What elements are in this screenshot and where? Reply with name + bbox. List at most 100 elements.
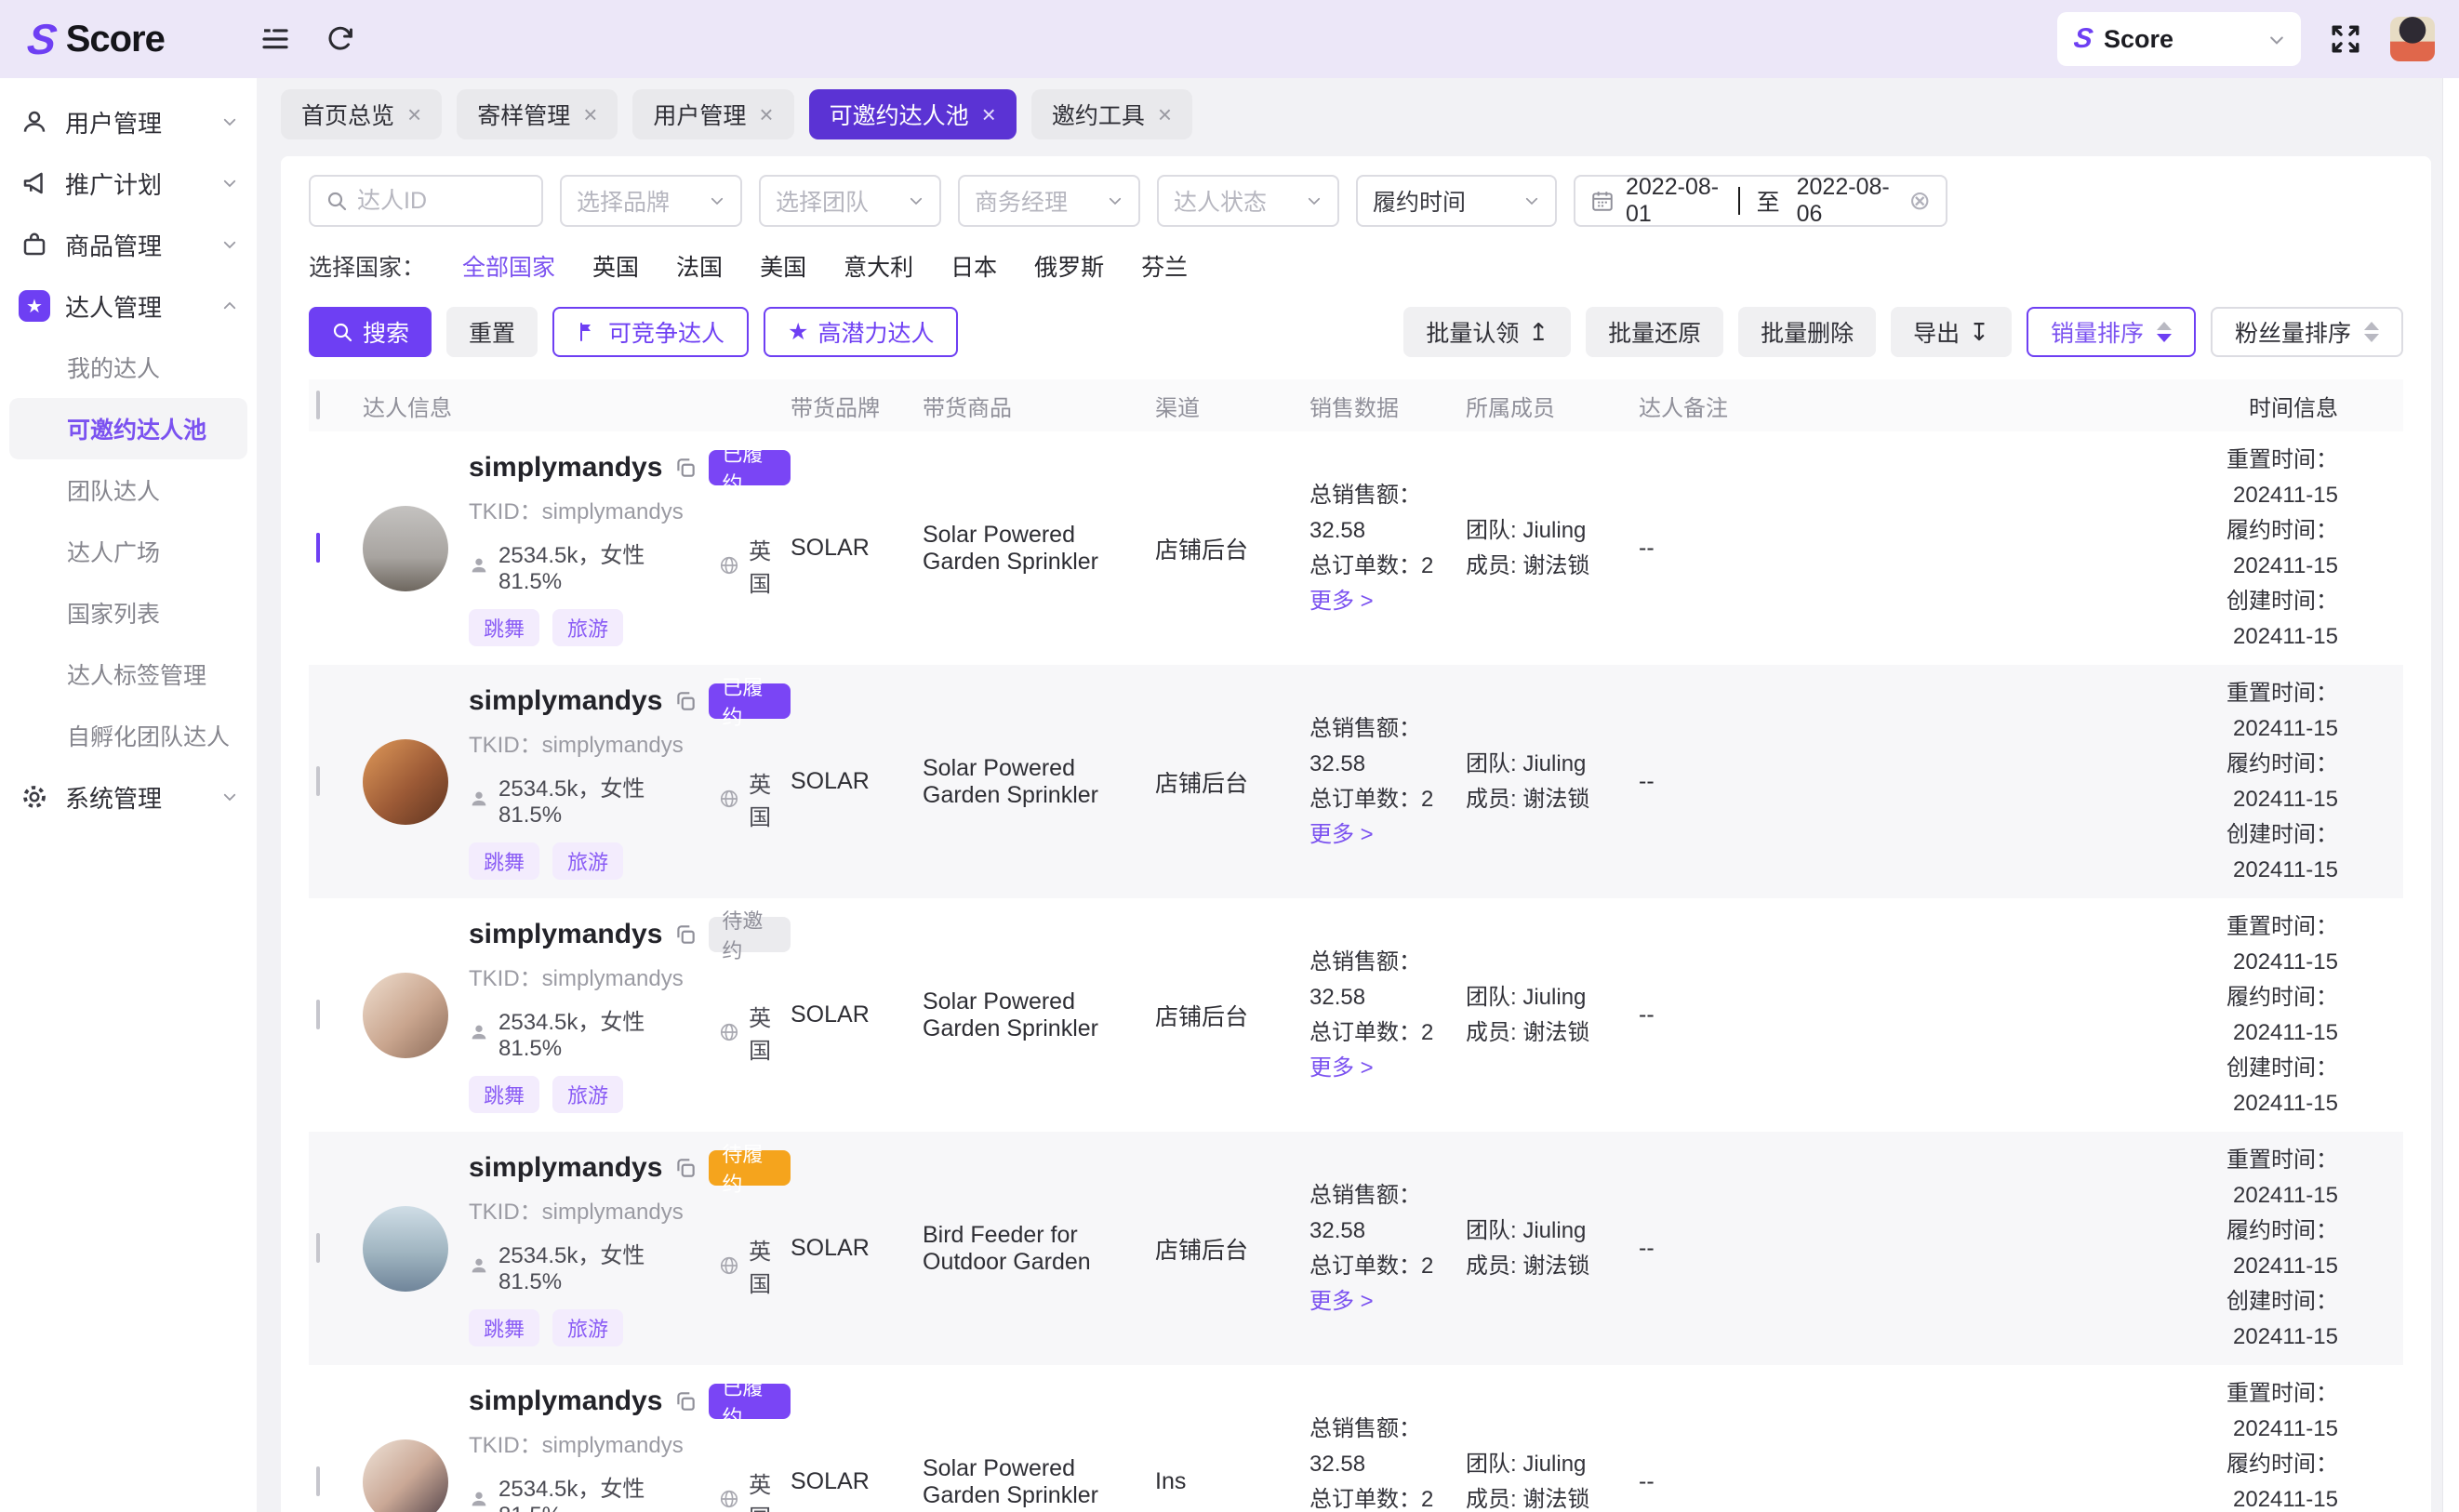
- close-icon[interactable]: ×: [407, 100, 421, 129]
- date-end-value[interactable]: 2022-08-06: [1797, 174, 1898, 228]
- country-option-uk[interactable]: 英国: [592, 249, 639, 283]
- more-link[interactable]: 更多 >: [1309, 817, 1453, 853]
- refresh-icon[interactable]: [324, 22, 357, 56]
- reset-button[interactable]: 重置: [446, 307, 538, 357]
- sales-cell: 总销售额：32.58 总订单数：2 更多 >: [1309, 1412, 1466, 1512]
- row-checkbox[interactable]: [316, 1233, 320, 1263]
- sidebar-item-system-management[interactable]: 系统管理: [0, 766, 257, 828]
- search-input[interactable]: [357, 188, 526, 215]
- batch-delete-button[interactable]: 批量删除: [1738, 307, 1876, 357]
- team-select[interactable]: 选择团队: [759, 175, 941, 227]
- globe-icon: [719, 1489, 739, 1509]
- sidebar-item-talent-management[interactable]: ★ 达人管理: [0, 275, 257, 337]
- select-all-checkbox[interactable]: [316, 391, 320, 419]
- talent-status-select[interactable]: 达人状态: [1157, 175, 1339, 227]
- country-option-usa[interactable]: 美国: [760, 249, 806, 283]
- sidebar-item-country-list[interactable]: 国家列表: [0, 582, 257, 643]
- fulfillment-time-select[interactable]: 履约时间: [1356, 175, 1557, 227]
- copy-icon[interactable]: [673, 922, 698, 947]
- country-option-japan[interactable]: 日本: [950, 249, 997, 283]
- row-checkbox[interactable]: [316, 1466, 320, 1496]
- channel-cell: 店铺后台: [1155, 1232, 1309, 1266]
- sidebar-item-self-incubated-team-talents[interactable]: 自孵化团队达人: [0, 705, 257, 766]
- sort-by-followers-button[interactable]: 粉丝量排序: [2211, 307, 2403, 357]
- member-name: 谢法锁: [1522, 1020, 1589, 1045]
- sidebar-item-team-talents[interactable]: 团队达人: [0, 459, 257, 521]
- tag-dance[interactable]: 跳舞: [469, 842, 539, 880]
- country-option-all[interactable]: 全部国家: [462, 249, 555, 283]
- copy-icon[interactable]: [673, 689, 698, 713]
- tab-sample-management[interactable]: 寄样管理×: [457, 89, 618, 139]
- person-icon: [469, 1022, 489, 1042]
- business-manager-select[interactable]: 商务经理: [958, 175, 1140, 227]
- tag-travel[interactable]: 旅游: [552, 609, 623, 646]
- country-option-france[interactable]: 法国: [676, 249, 723, 283]
- sidebar-item-talent-square[interactable]: 达人广场: [0, 521, 257, 582]
- more-link[interactable]: 更多 >: [1309, 584, 1453, 619]
- more-link[interactable]: 更多 >: [1309, 1284, 1453, 1320]
- tag-dance[interactable]: 跳舞: [469, 1076, 539, 1113]
- high-potential-talents-button[interactable]: ★ 高潜力达人: [764, 307, 958, 357]
- clear-date-icon[interactable]: ⊗: [1909, 188, 1931, 214]
- close-icon[interactable]: ×: [982, 100, 996, 129]
- user-avatar[interactable]: [2390, 17, 2435, 61]
- country-option-russia[interactable]: 俄罗斯: [1034, 249, 1104, 283]
- more-link[interactable]: 更多 >: [1309, 1051, 1453, 1086]
- tag-dance[interactable]: 跳舞: [469, 1309, 539, 1346]
- sidebar-item-product-management[interactable]: 商品管理: [0, 214, 257, 275]
- product-cell: Solar Powered Garden Sprinkler: [923, 522, 1155, 576]
- close-icon[interactable]: ×: [583, 100, 597, 129]
- copy-icon[interactable]: [673, 1156, 698, 1180]
- sidebar-item-my-talents[interactable]: 我的达人: [0, 337, 257, 398]
- collapse-menu-icon[interactable]: [259, 22, 292, 56]
- open-tabs: 首页总览× 寄样管理× 用户管理× 可邀约达人池× 邀约工具×: [281, 89, 2459, 139]
- talent-id-search[interactable]: [309, 175, 543, 227]
- scrollbar-track[interactable]: [2442, 78, 2459, 1512]
- talent-table: 达人信息 带货品牌 带货商品 渠道 销售数据 所属成员 达人备注 时间信息 si…: [309, 379, 2403, 1512]
- tag-travel[interactable]: 旅游: [552, 842, 623, 880]
- tab-home-overview[interactable]: 首页总览×: [281, 89, 442, 139]
- close-icon[interactable]: ×: [1158, 100, 1172, 129]
- tab-invitation-tools[interactable]: 邀约工具×: [1031, 89, 1192, 139]
- batch-claim-button[interactable]: 批量认领↥: [1403, 307, 1571, 357]
- row-checkbox[interactable]: [316, 1000, 320, 1029]
- avatar: [363, 1206, 448, 1292]
- row-checkbox[interactable]: [316, 533, 320, 563]
- workspace-switcher[interactable]: S Score: [2057, 12, 2301, 66]
- export-button[interactable]: 导出↧: [1891, 307, 2012, 357]
- globe-icon: [719, 789, 739, 809]
- country-option-finland[interactable]: 芬兰: [1141, 249, 1188, 283]
- column-brand: 带货品牌: [791, 390, 923, 422]
- sidebar-item-talent-tag-management[interactable]: 达人标签管理: [0, 643, 257, 705]
- tab-user-management[interactable]: 用户管理×: [632, 89, 793, 139]
- date-start-value[interactable]: 2022-08-01: [1626, 174, 1727, 228]
- copy-icon[interactable]: [673, 456, 698, 480]
- tag-travel[interactable]: 旅游: [552, 1076, 623, 1113]
- orders-count: 2: [1421, 1020, 1433, 1045]
- tab-invitable-talent-pool[interactable]: 可邀约达人池×: [809, 89, 1017, 139]
- product-cell: Solar Powered Garden Sprinkler: [923, 988, 1155, 1042]
- close-icon[interactable]: ×: [759, 100, 773, 129]
- person-icon: [469, 555, 489, 576]
- sort-by-sales-button[interactable]: 销量排序: [2027, 307, 2196, 357]
- sidebar-item-promotion-plan[interactable]: 推广计划: [0, 153, 257, 214]
- search-button[interactable]: 搜索: [309, 307, 432, 357]
- row-checkbox[interactable]: [316, 766, 320, 796]
- sales-cell: 总销售额：32.58 总订单数：2 更多 >: [1309, 1178, 1466, 1320]
- date-range-picker[interactable]: 2022-08-01 至 2022-08-06 ⊗: [1574, 175, 1947, 227]
- star-icon: ★: [788, 318, 808, 346]
- search-icon: [326, 190, 348, 212]
- copy-icon[interactable]: [673, 1389, 698, 1413]
- competitive-talents-button[interactable]: 可竞争达人: [552, 307, 749, 357]
- chevron-down-icon: [221, 236, 238, 253]
- sidebar-item-user-management[interactable]: 用户管理: [0, 91, 257, 153]
- team-name: Jiuling: [1522, 985, 1586, 1010]
- orders-count: 2: [1421, 1487, 1433, 1512]
- tag-travel[interactable]: 旅游: [552, 1309, 623, 1346]
- batch-restore-button[interactable]: 批量还原: [1586, 307, 1723, 357]
- tag-dance[interactable]: 跳舞: [469, 609, 539, 646]
- country-option-italy[interactable]: 意大利: [844, 249, 913, 283]
- sidebar-item-invitable-talent-pool[interactable]: 可邀约达人池: [9, 398, 247, 459]
- fullscreen-icon[interactable]: [2329, 22, 2362, 56]
- brand-select[interactable]: 选择品牌: [560, 175, 742, 227]
